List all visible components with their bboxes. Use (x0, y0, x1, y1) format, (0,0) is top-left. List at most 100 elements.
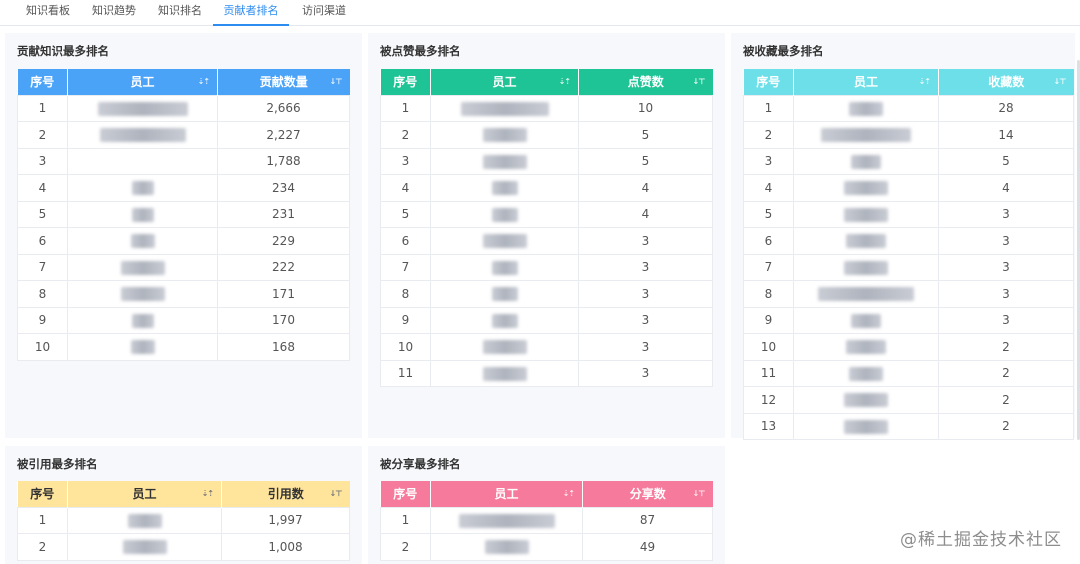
table-row[interactable]: 35 (380, 147, 713, 175)
table-row[interactable]: 7 222 (17, 253, 350, 281)
rank-index: 4 (743, 174, 794, 202)
table-row[interactable]: 35 (743, 147, 1074, 175)
table-row[interactable]: 1 28 (743, 94, 1074, 122)
table-row[interactable]: 25 (380, 121, 713, 149)
blurred-name (846, 340, 886, 354)
table-row[interactable]: 8 171 (17, 280, 350, 308)
count-value: 10 (578, 94, 713, 122)
sort-icon[interactable]: ⇣⇡ (202, 489, 214, 498)
blurred-name (127, 513, 162, 528)
count-value: 14 (938, 121, 1074, 149)
rank-index: 13 (743, 412, 794, 440)
tab-knowledge-board[interactable]: 知识看板 (18, 0, 78, 26)
table-row[interactable]: 9 170 (17, 306, 350, 334)
table-row[interactable]: 73 (743, 253, 1074, 281)
col-header-employee[interactable]: 员工 ⇣⇡ (67, 69, 218, 95)
table-row[interactable]: 4 234 (17, 174, 350, 202)
table-row[interactable]: 2 2,227 (17, 121, 350, 149)
sort-icon[interactable]: ⇣⇡ (198, 77, 210, 86)
table-row[interactable]: 1 87 (380, 506, 713, 534)
table-row[interactable]: 10 168 (17, 333, 350, 361)
employee-name (430, 253, 579, 281)
count-value: 87 (582, 506, 713, 534)
tab-knowledge-rank[interactable]: 知识排名 (150, 0, 210, 26)
employee-name (67, 253, 218, 281)
employee-name (793, 306, 939, 334)
table-row[interactable]: 10 3 (380, 333, 713, 361)
panel-favorites-rank: 被收藏最多排名 序号 员工 ⇣⇡ 收藏数 ↓⊤ 1 28 2 14 3 5 4 4 5 3 6 3 7 3 8 3… (731, 33, 1075, 440)
employee-name (430, 280, 579, 308)
sort-icon[interactable]: ↓⊤ (692, 77, 705, 86)
table-row[interactable]: 54 (380, 200, 713, 228)
employee-name (430, 533, 583, 561)
table-row[interactable]: 2 14 (743, 121, 1074, 149)
sort-icon[interactable]: ⇣⇡ (919, 77, 931, 86)
blurred-name (458, 513, 555, 528)
sort-icon[interactable]: ↓⊤ (329, 77, 342, 86)
table-row[interactable]: 10 2 (743, 333, 1074, 361)
tab-contributor-rank[interactable]: 贡献者排名 (213, 0, 289, 26)
table-row[interactable]: 44 (743, 174, 1074, 202)
count-value: 5 (578, 121, 713, 149)
table-row[interactable]: 93 (380, 306, 713, 334)
rank-index: 9 (380, 306, 431, 334)
col-header-count[interactable]: 点赞数 ↓⊤ (578, 69, 713, 95)
col-header-employee[interactable]: 员工 ⇣⇡ (793, 69, 939, 95)
col-header-employee[interactable]: 员工 ⇣⇡ (67, 481, 222, 507)
table-row[interactable]: 44 (380, 174, 713, 202)
count-value: 3 (938, 227, 1074, 255)
table-row[interactable]: 11 3 (380, 359, 713, 387)
blurred-name (122, 540, 167, 554)
table-row[interactable]: 93 (743, 306, 1074, 334)
sort-icon[interactable]: ⇣⇡ (559, 77, 571, 86)
tab-knowledge-trend[interactable]: 知识趋势 (84, 0, 144, 26)
table-row[interactable]: 2 49 (380, 533, 713, 561)
contrib-rank-table: 序号 员工 ⇣⇡ 贡献数量 ↓⊤ 1 2,666 2 2,227 3 1,788 4 234 5 23… (17, 69, 350, 361)
table-row[interactable]: 13 2 (743, 412, 1074, 440)
col-header-count[interactable]: 引用数 ↓⊤ (221, 481, 350, 507)
sort-icon[interactable]: ↓⊤ (692, 489, 705, 498)
table-row[interactable]: 1 2,666 (17, 94, 350, 122)
sort-icon[interactable]: ↓⊤ (329, 489, 342, 498)
sort-icon[interactable]: ⇣⇡ (563, 489, 575, 498)
count-value: 5 (578, 147, 713, 175)
table-row[interactable]: 2 1,008 (17, 533, 350, 561)
rank-index: 9 (17, 306, 68, 334)
table-row[interactable]: 73 (380, 253, 713, 281)
count-value: 3 (938, 253, 1074, 281)
table-row[interactable]: 3 1,788 (17, 147, 350, 175)
table-row[interactable]: 11 2 (743, 359, 1074, 387)
col-header-count[interactable]: 收藏数 ↓⊤ (938, 69, 1074, 95)
likes-rank-table: 序号 员工 ⇣⇡ 点赞数 ↓⊤ 1 10 2 5 3 5 4 4 5 4 6 3 7 3 8 3 9 3 10 3 11 3 (380, 69, 713, 387)
table-row[interactable]: 63 (380, 227, 713, 255)
table-row[interactable]: 12 2 (743, 386, 1074, 414)
table-row[interactable]: 5 231 (17, 200, 350, 228)
col-header-index: 序号 (743, 69, 794, 95)
tab-access-channel[interactable]: 访问渠道 (294, 0, 354, 26)
sort-icon[interactable]: ↓⊤ (1053, 77, 1066, 86)
table-row[interactable]: 6 229 (17, 227, 350, 255)
employee-name (793, 359, 939, 387)
col-header-employee[interactable]: 员工 ⇣⇡ (430, 69, 579, 95)
count-value: 2,666 (217, 94, 350, 122)
table-row[interactable]: 1 1,997 (17, 506, 350, 534)
rank-index: 8 (17, 280, 68, 308)
blurred-name (482, 128, 527, 142)
count-value: 3 (578, 359, 713, 387)
table-row[interactable]: 1 10 (380, 94, 713, 122)
col-header-employee[interactable]: 员工 ⇣⇡ (430, 481, 583, 507)
col-header-count[interactable]: 分享数 ↓⊤ (582, 481, 713, 507)
col-header-count[interactable]: 贡献数量 ↓⊤ (217, 69, 350, 95)
table-row[interactable]: 63 (743, 227, 1074, 255)
employee-name (793, 147, 939, 175)
col-header-index: 序号 (17, 481, 68, 507)
blurred-name (491, 260, 518, 275)
table-row[interactable]: 53 (743, 200, 1074, 228)
rank-index: 6 (17, 227, 68, 255)
table-row[interactable]: 83 (380, 280, 713, 308)
rank-index: 2 (17, 121, 68, 149)
table-row[interactable]: 83 (743, 280, 1074, 308)
rank-index: 1 (380, 94, 431, 122)
panel-cited-rank: 被引用最多排名 序号 员工 ⇣⇡ 引用数 ↓⊤ 1 1,997 2 1,008 (5, 446, 362, 564)
count-value: 4 (578, 174, 713, 202)
